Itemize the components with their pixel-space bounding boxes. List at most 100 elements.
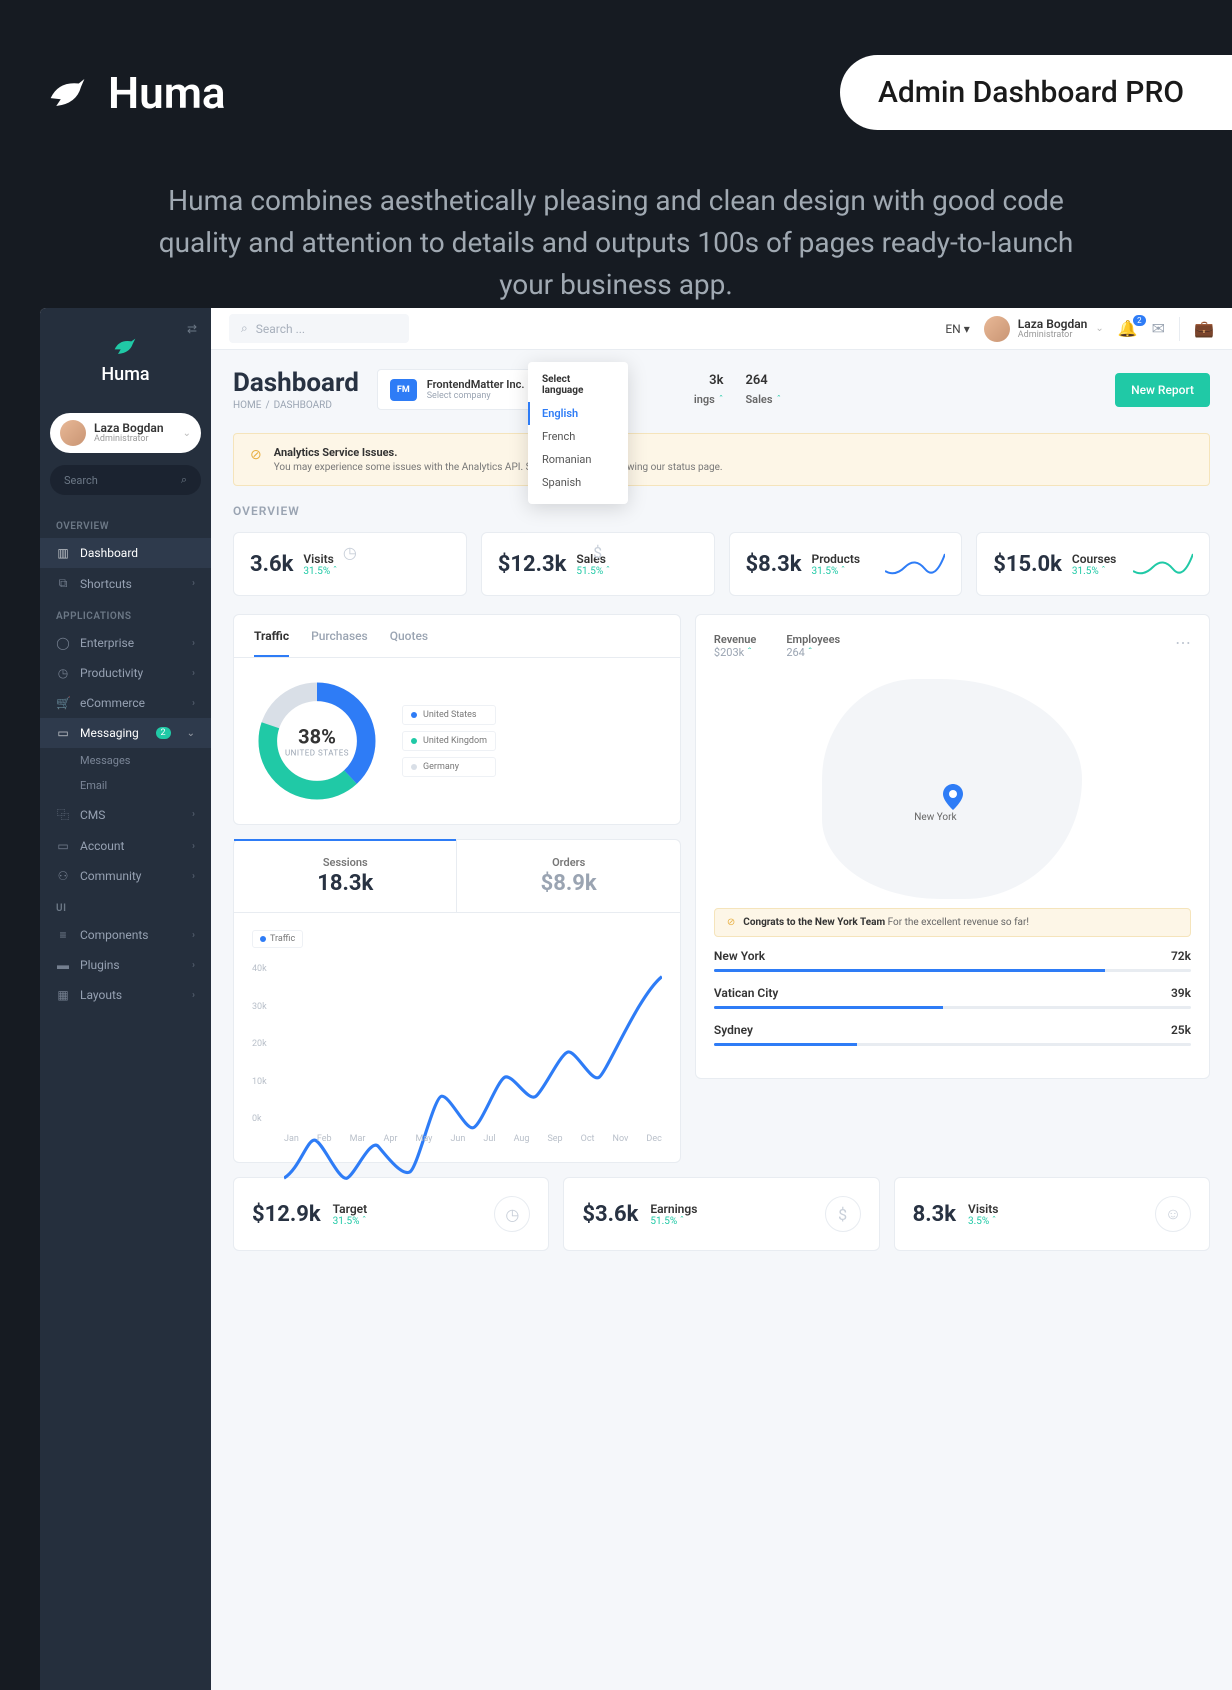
chevron-down-icon: ⌄: [187, 728, 195, 739]
tab-traffic[interactable]: Traffic: [254, 629, 289, 657]
page-title: Dashboard: [233, 368, 359, 398]
overview-label: OVERVIEW: [233, 504, 1210, 518]
brand-logo: Huma: [45, 67, 226, 119]
sidebar-item-cms[interactable]: ⿻CMS›: [40, 798, 211, 831]
alert-banner: ⊘ Analytics Service Issues.You may exper…: [233, 433, 1210, 486]
sidebar-sub-email[interactable]: Email: [40, 773, 211, 798]
sidebar-toggle-icon[interactable]: ⇄: [187, 322, 197, 336]
header-stat-2: 264Sales ˆ: [745, 373, 781, 407]
sidebar-item-account[interactable]: ▭Account›: [40, 831, 211, 861]
avatar: [60, 420, 86, 446]
clock-icon: ◷: [56, 666, 70, 680]
topbar-user[interactable]: Laza BogdanAdministrator ⌄: [984, 316, 1104, 342]
search-icon: ⌕: [181, 473, 187, 487]
brand-name: Huma: [108, 67, 226, 119]
dollar-icon: $: [593, 543, 602, 562]
donut-legend: United States United Kingdom Germany: [402, 705, 496, 777]
section-overview: OVERVIEW: [40, 509, 211, 538]
users-icon: ⚇: [56, 869, 70, 883]
sidebar-brand: Huma: [101, 364, 149, 385]
sessions-card: Sessions18.3k Orders$8.9k Traffic 40k30k…: [233, 839, 681, 1163]
caret-down-icon: ▾: [964, 322, 970, 336]
chat-icon: ▭: [56, 726, 70, 740]
more-icon[interactable]: ⋯: [1175, 633, 1191, 659]
language-dropdown: Select language English French Romanian …: [528, 362, 628, 504]
lang-opt-romanian[interactable]: Romanian: [528, 448, 628, 471]
company-badge: FM: [390, 379, 417, 401]
lang-opt-french[interactable]: French: [528, 425, 628, 448]
sidebar-search[interactable]: Search ⌕: [50, 465, 201, 495]
orders-tab[interactable]: Orders$8.9k: [457, 840, 679, 912]
chart-legend: Traffic: [252, 930, 303, 948]
city-newyork: New York72k: [714, 949, 1191, 972]
map-card: Revenue$203k ˆ Employees264 ˆ ⋯ New York…: [695, 614, 1210, 1079]
id-icon: ▭: [56, 839, 70, 853]
map-pin-icon: [943, 784, 963, 810]
sidebar-item-enterprise[interactable]: ◯Enterprise›: [40, 628, 211, 658]
huma-bird-icon: [112, 336, 140, 356]
lang-opt-english[interactable]: English: [528, 402, 628, 425]
section-applications: APPLICATIONS: [40, 599, 211, 628]
notifications-button[interactable]: 🔔2: [1118, 319, 1138, 338]
briefcase-icon[interactable]: 💼: [1194, 319, 1214, 338]
badge: 2: [156, 727, 171, 739]
mail-icon[interactable]: ✉: [1152, 319, 1165, 338]
layout-icon: ▦: [56, 988, 70, 1002]
sidebar-item-layouts[interactable]: ▦Layouts›: [40, 980, 211, 1010]
sidebar-item-shortcuts[interactable]: ⧉Shortcuts›: [40, 568, 211, 599]
chevron-right-icon: ›: [192, 578, 195, 589]
sparkline: [885, 549, 945, 579]
huma-bird-icon: [45, 70, 90, 115]
sidebar-item-messaging[interactable]: ▭Messaging2⌄: [40, 718, 211, 748]
sidebar-item-productivity[interactable]: ◷Productivity›: [40, 658, 211, 688]
sidebar-item-components[interactable]: ≡Components›: [40, 920, 211, 950]
globe-icon: ◯: [56, 636, 70, 650]
kpi-sales: $$12.3kSales51.5% ˆ: [481, 532, 715, 596]
warning-icon: ⊘: [727, 917, 735, 928]
kpi-courses: $15.0kCourses31.5% ˆ: [976, 532, 1210, 596]
sidebar-item-ecommerce[interactable]: 🛒eCommerce›: [40, 688, 211, 718]
sidebar-user-pill[interactable]: Laza Bogdan Administrator ⌄: [50, 413, 201, 453]
cart-icon: 🛒: [56, 696, 70, 710]
link-icon: ⧉: [56, 576, 70, 591]
user-name: Laza Bogdan: [94, 422, 164, 434]
bottom-visits: 8.3kVisits3.5% ˆ☺: [894, 1177, 1210, 1251]
warning-icon: ⊘: [250, 447, 262, 463]
user-role: Administrator: [94, 434, 164, 444]
traffic-card: Traffic Purchases Quotes: [233, 614, 681, 825]
kpi-visits: ◷3.6kVisits31.5% ˆ: [233, 532, 467, 596]
dashboard-screenshot: ⇄ Huma Laza Bogdan Administrator ⌄ Searc…: [40, 308, 1232, 1690]
chevron-down-icon: ⌄: [1095, 323, 1103, 334]
sessions-tab[interactable]: Sessions18.3k: [234, 840, 457, 912]
breadcrumb: HOME/DASHBOARD: [233, 400, 359, 411]
chart-icon: ▥: [56, 546, 70, 560]
sidebar-logo[interactable]: Huma: [40, 308, 211, 403]
line-chart: 40k30k20k10k0k JanFebMarAprMayJunJulAugS…: [252, 964, 662, 1144]
sidebar-item-dashboard[interactable]: ▥Dashboard: [40, 538, 211, 568]
kpi-products: $8.3kProducts31.5% ˆ: [729, 532, 963, 596]
congrats-banner: ⊘Congrats to the New York Team For the e…: [714, 908, 1191, 937]
tab-quotes[interactable]: Quotes: [390, 629, 428, 657]
new-report-button[interactable]: New Report: [1115, 373, 1210, 407]
sliders-icon: ≡: [56, 928, 70, 942]
sidebar-item-plugins[interactable]: ▬Plugins›: [40, 950, 211, 980]
map: New York: [714, 669, 1191, 908]
sidebar: ⇄ Huma Laza Bogdan Administrator ⌄ Searc…: [40, 308, 211, 1690]
tab-purchases[interactable]: Purchases: [311, 629, 368, 657]
header-stat-1: 3kings ˆ: [694, 373, 724, 407]
avatar: [984, 316, 1010, 342]
copy-icon: ⿻: [56, 806, 70, 823]
sidebar-item-community[interactable]: ⚇Community›: [40, 861, 211, 891]
lang-opt-spanish[interactable]: Spanish: [528, 471, 628, 494]
chevron-down-icon: ⌄: [183, 428, 191, 439]
pro-badge: Admin Dashboard PRO: [840, 55, 1232, 130]
search-input[interactable]: ⌕Search ...: [229, 314, 409, 343]
language-selector[interactable]: EN▾: [945, 322, 969, 336]
caret-up-icon: ˆ: [719, 395, 724, 406]
sidebar-sub-messages[interactable]: Messages: [40, 748, 211, 773]
folder-icon: ▬: [56, 958, 70, 972]
caret-up-icon: ˆ: [776, 395, 781, 406]
city-vatican: Vatican City39k: [714, 986, 1191, 1009]
donut-chart: 38%UNITED STATES: [252, 676, 382, 806]
dollar-icon: $: [825, 1196, 861, 1232]
